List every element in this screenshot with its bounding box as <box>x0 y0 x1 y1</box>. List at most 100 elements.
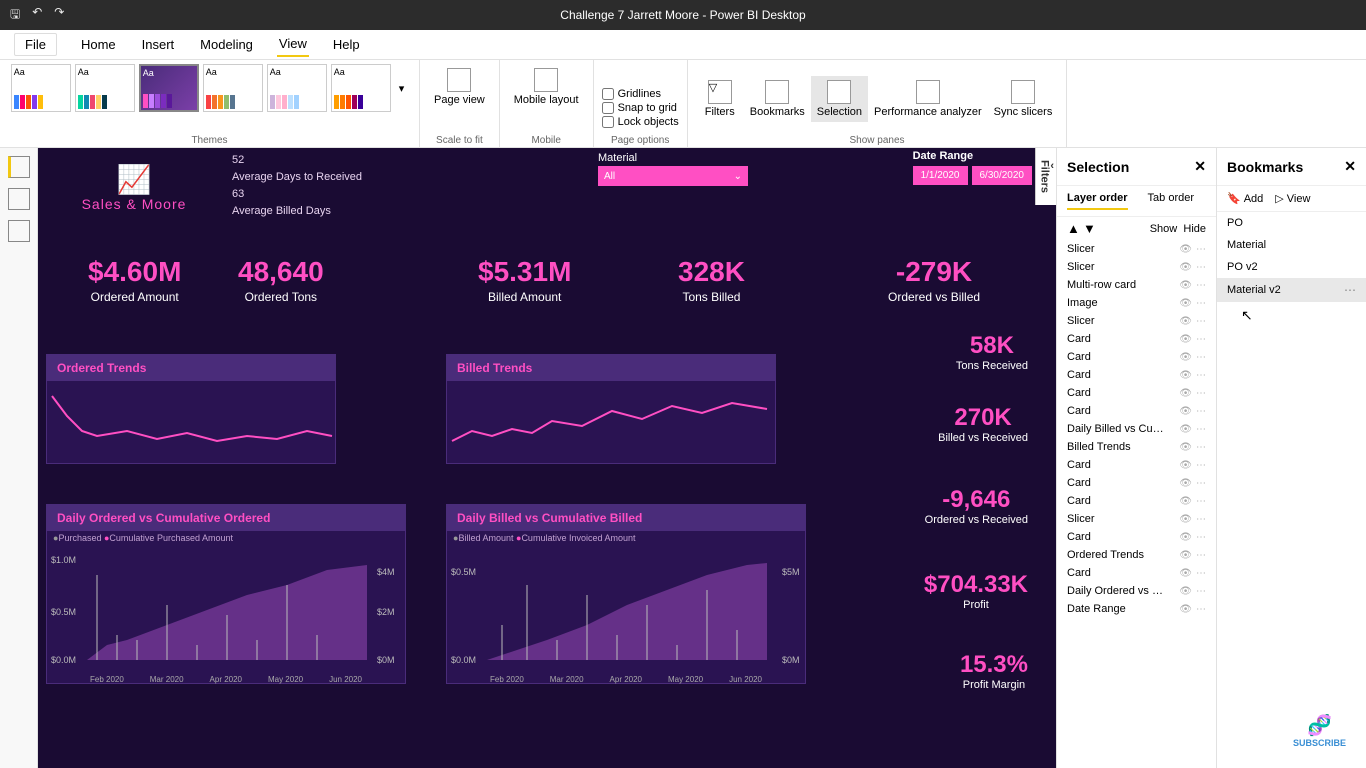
selection-item[interactable]: Card👁⋯ <box>1057 366 1216 384</box>
more-icon[interactable]: ⋯ <box>1196 604 1206 615</box>
bookmark-item[interactable]: Material v2⋯ <box>1217 278 1366 302</box>
more-icon[interactable]: ⋯ <box>1196 478 1206 489</box>
save-icon[interactable]: 🖫 <box>10 5 20 26</box>
tab-order-tab[interactable]: Tab order <box>1148 192 1194 210</box>
selection-item[interactable]: Slicer👁⋯ <box>1057 258 1216 276</box>
report-canvas[interactable]: Filters 📈 Sales & Moore 52 Average Days … <box>38 148 1056 768</box>
visibility-icon[interactable]: 👁 <box>1179 298 1192 309</box>
visibility-icon[interactable]: 👁 <box>1179 478 1192 489</box>
selection-item[interactable]: Card👁⋯ <box>1057 330 1216 348</box>
visibility-icon[interactable]: 👁 <box>1179 586 1192 597</box>
date-from[interactable]: 1/1/2020 <box>913 166 968 185</box>
selection-item[interactable]: Slicer👁⋯ <box>1057 240 1216 258</box>
bookmark-item[interactable]: Material <box>1217 234 1366 256</box>
daily-ordered-combo-chart[interactable]: Daily Ordered vs Cumulative Ordered ●Pur… <box>46 504 406 684</box>
visibility-icon[interactable]: 👁 <box>1179 424 1192 435</box>
visibility-icon[interactable]: 👁 <box>1179 568 1192 579</box>
material-slicer[interactable]: Material All⌄ <box>598 152 748 186</box>
more-icon[interactable]: ⋯ <box>1196 460 1206 471</box>
selection-item[interactable]: Slicer👁⋯ <box>1057 312 1216 330</box>
bookmark-item[interactable]: PO v2 <box>1217 256 1366 278</box>
performance-button[interactable]: Performance analyzer <box>868 76 988 122</box>
mobile-layout-button[interactable]: Mobile layout <box>508 64 585 110</box>
more-icon[interactable]: ⋯ <box>1344 283 1356 297</box>
more-icon[interactable]: ⋯ <box>1196 334 1206 345</box>
visibility-icon[interactable]: 👁 <box>1179 352 1192 363</box>
selection-item[interactable]: Card👁⋯ <box>1057 402 1216 420</box>
more-icon[interactable]: ⋯ <box>1196 442 1206 453</box>
visibility-icon[interactable]: 👁 <box>1179 244 1192 255</box>
tab-insert[interactable]: Insert <box>140 33 177 56</box>
visibility-icon[interactable]: 👁 <box>1179 406 1192 417</box>
gridlines-checkbox[interactable]: Gridlines <box>602 88 661 100</box>
visibility-icon[interactable]: 👁 <box>1179 262 1192 273</box>
lock-checkbox[interactable]: Lock objects <box>602 116 679 128</box>
date-range-slicer[interactable]: Date Range 1/1/2020 6/30/2020 <box>913 150 1032 185</box>
report-view-icon[interactable] <box>8 156 30 178</box>
filters-button[interactable]: ▽Filters <box>696 76 744 122</box>
selection-item[interactable]: Date Range👁⋯ <box>1057 600 1216 618</box>
visibility-icon[interactable]: 👁 <box>1179 442 1192 453</box>
visibility-icon[interactable]: 👁 <box>1179 496 1192 507</box>
selection-item[interactable]: Card👁⋯ <box>1057 456 1216 474</box>
close-icon[interactable]: ✕ <box>1344 158 1356 175</box>
more-icon[interactable]: ⋯ <box>1196 406 1206 417</box>
selection-item[interactable]: Card👁⋯ <box>1057 474 1216 492</box>
tab-view[interactable]: View <box>277 32 309 57</box>
selection-item[interactable]: Card👁⋯ <box>1057 348 1216 366</box>
file-menu[interactable]: File <box>14 33 57 56</box>
selection-item[interactable]: Card👁⋯ <box>1057 492 1216 510</box>
more-icon[interactable]: ⋯ <box>1196 370 1206 381</box>
selection-item[interactable]: Multi-row card👁⋯ <box>1057 276 1216 294</box>
close-icon[interactable]: ✕ <box>1194 158 1206 175</box>
more-icon[interactable]: ⋯ <box>1196 280 1206 291</box>
bookmarks-button[interactable]: Bookmarks <box>744 76 811 122</box>
visibility-icon[interactable]: 👁 <box>1179 316 1192 327</box>
theme-swatch-3[interactable]: Aa <box>139 64 199 112</box>
selection-item[interactable]: Billed Trends👁⋯ <box>1057 438 1216 456</box>
theme-swatch-1[interactable]: Aa <box>11 64 71 112</box>
undo-icon[interactable]: ↶ <box>32 5 42 26</box>
more-icon[interactable]: ⋯ <box>1196 568 1206 579</box>
move-down-icon[interactable]: ▼ <box>1083 221 1096 236</box>
bookmark-item[interactable]: PO <box>1217 212 1366 234</box>
move-up-icon[interactable]: ▲ <box>1067 221 1080 236</box>
more-icon[interactable]: ⋯ <box>1196 298 1206 309</box>
more-icon[interactable]: ⋯ <box>1196 514 1206 525</box>
billed-trends-chart[interactable]: Billed Trends <box>446 354 776 464</box>
model-view-icon[interactable] <box>8 220 30 242</box>
visibility-icon[interactable]: 👁 <box>1179 604 1192 615</box>
date-to[interactable]: 6/30/2020 <box>972 166 1033 185</box>
show-all[interactable]: Show <box>1150 223 1178 235</box>
more-icon[interactable]: ⋯ <box>1196 388 1206 399</box>
selection-item[interactable]: Card👁⋯ <box>1057 564 1216 582</box>
selection-item[interactable]: Card👁⋯ <box>1057 528 1216 546</box>
tab-modeling[interactable]: Modeling <box>198 33 255 56</box>
tab-home[interactable]: Home <box>79 33 118 56</box>
selection-item[interactable]: Ordered Trends👁⋯ <box>1057 546 1216 564</box>
more-icon[interactable]: ⋯ <box>1196 244 1206 255</box>
visibility-icon[interactable]: 👁 <box>1179 280 1192 291</box>
theme-swatch-2[interactable]: Aa <box>75 64 135 112</box>
more-icon[interactable]: ⋯ <box>1196 316 1206 327</box>
more-icon[interactable]: ⋯ <box>1196 586 1206 597</box>
visibility-icon[interactable]: 👁 <box>1179 388 1192 399</box>
ordered-trends-chart[interactable]: Ordered Trends <box>46 354 336 464</box>
page-view-button[interactable]: Page view <box>428 64 491 110</box>
visibility-icon[interactable]: 👁 <box>1179 532 1192 543</box>
snap-checkbox[interactable]: Snap to grid <box>602 102 677 114</box>
more-icon[interactable]: ⋯ <box>1196 424 1206 435</box>
selection-item[interactable]: Card👁⋯ <box>1057 384 1216 402</box>
hide-all[interactable]: Hide <box>1183 223 1206 235</box>
sync-slicers-button[interactable]: Sync slicers <box>988 76 1059 122</box>
theme-swatch-5[interactable]: Aa <box>267 64 327 112</box>
more-icon[interactable]: ⋯ <box>1196 352 1206 363</box>
selection-item[interactable]: Slicer👁⋯ <box>1057 510 1216 528</box>
redo-icon[interactable]: ↷ <box>54 5 64 26</box>
data-view-icon[interactable] <box>8 188 30 210</box>
selection-item[interactable]: Daily Ordered vs Cu...👁⋯ <box>1057 582 1216 600</box>
layer-order-tab[interactable]: Layer order <box>1067 192 1128 210</box>
visibility-icon[interactable]: 👁 <box>1179 460 1192 471</box>
more-icon[interactable]: ⋯ <box>1196 532 1206 543</box>
visibility-icon[interactable]: 👁 <box>1179 550 1192 561</box>
